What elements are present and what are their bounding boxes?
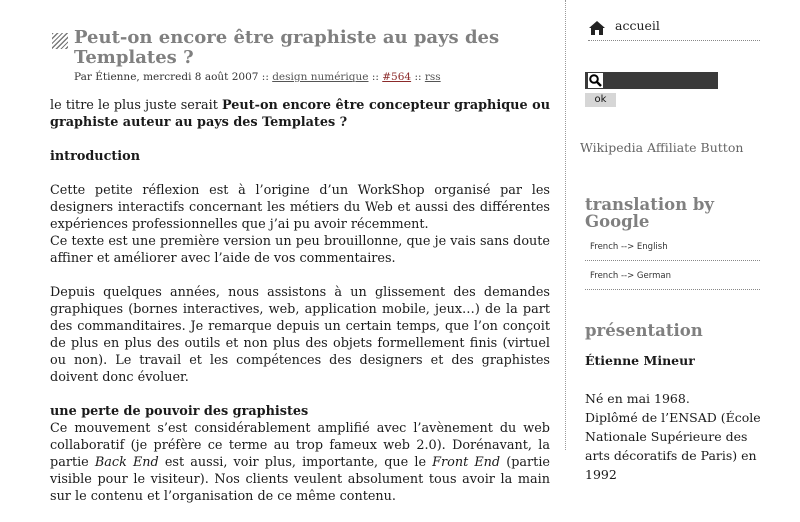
- bio-line: Diplômé de l’ENSAD (École Nationale Supé…: [585, 410, 761, 482]
- paragraph-text: Ce texte est une première version un peu…: [50, 234, 550, 266]
- bio-line: Né en mai 1968.: [585, 391, 690, 406]
- section-heading-introduction: introduction: [50, 149, 141, 164]
- search-field[interactable]: [585, 72, 718, 89]
- meta-separator: ::: [371, 71, 379, 83]
- meta-separator: ::: [414, 71, 422, 83]
- search-input[interactable]: [605, 73, 713, 87]
- search-ok-button[interactable]: ok: [585, 93, 616, 107]
- home-icon: [589, 21, 605, 35]
- author-bio: Né en mai 1968. Diplômé de l’ENSAD (Écol…: [585, 389, 765, 484]
- post-title[interactable]: Peut-on encore être graphiste au pays de…: [74, 28, 550, 68]
- post-meta-text: Par Étienne, mercredi 8 août 2007 ::: [74, 71, 269, 83]
- divider: [585, 260, 760, 261]
- post-body: le titre le plus juste serait Peut-on en…: [50, 97, 550, 505]
- lead-paragraph: le titre le plus juste serait Peut-on en…: [50, 97, 550, 131]
- emphasis-back-end: Back End: [94, 455, 159, 470]
- paragraph-text: Cette petite réflexion est à l’origine d…: [50, 183, 550, 232]
- main-content: Peut-on encore être graphiste au pays de…: [50, 28, 550, 522]
- paragraph-text: est aussi, voir plus, importante, que le: [158, 455, 433, 470]
- category-link[interactable]: design numérique: [272, 71, 368, 83]
- wikipedia-affiliate-button[interactable]: Wikipedia Affiliate Button: [580, 140, 743, 155]
- author-name: Étienne Mineur: [585, 353, 695, 368]
- home-label[interactable]: accueil: [615, 18, 660, 33]
- post-header: Peut-on encore être graphiste au pays de…: [50, 28, 550, 84]
- paragraph-intro: Cette petite réflexion est à l’origine d…: [50, 182, 550, 267]
- divider: [585, 289, 760, 290]
- presentation-heading: présentation: [585, 321, 703, 340]
- translate-french-english-link[interactable]: French --> English: [590, 242, 668, 252]
- search-icon: [588, 73, 603, 88]
- hatch-icon: [52, 33, 68, 49]
- rss-link[interactable]: rss: [425, 71, 441, 83]
- emphasis-front-end: Front End: [432, 455, 501, 470]
- translation-heading: translation by Google: [585, 195, 715, 231]
- section-heading-perte: une perte de pouvoir des graphistes: [50, 404, 309, 419]
- post-meta: Par Étienne, mercredi 8 août 2007 :: des…: [74, 71, 550, 84]
- column-divider: [565, 0, 566, 450]
- post-number-link[interactable]: #564: [382, 71, 411, 83]
- paragraph-mouvement: Ce mouvement s’est considérablement ampl…: [50, 420, 550, 505]
- lead-text: le titre le plus juste serait: [50, 98, 222, 113]
- translate-french-german-link[interactable]: French --> German: [590, 271, 671, 281]
- divider: [588, 40, 760, 41]
- paragraph-glissement: Depuis quelques années, nous assistons à…: [50, 285, 550, 385]
